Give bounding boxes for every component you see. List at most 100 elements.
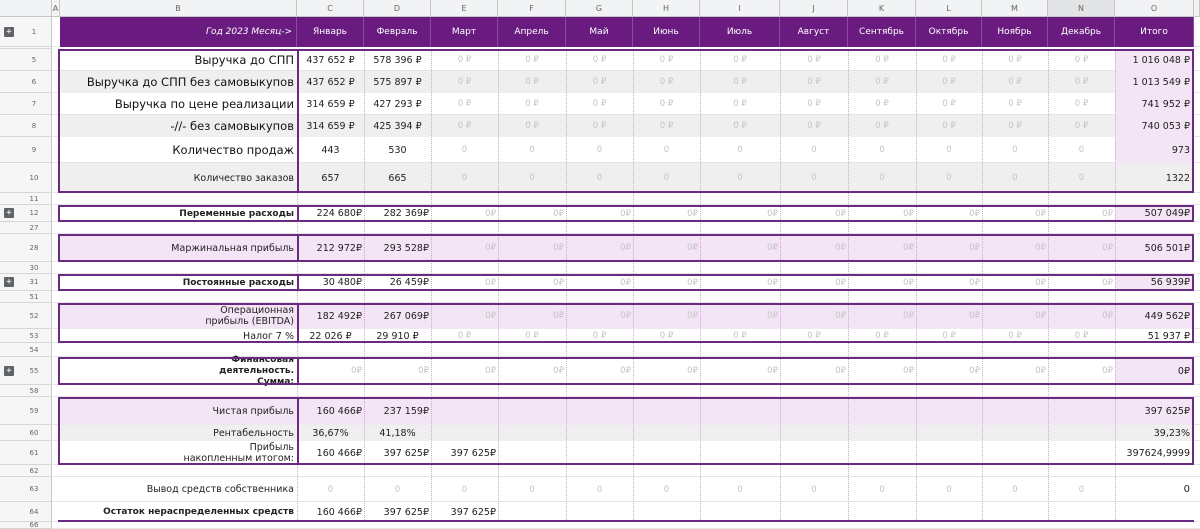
value-cell-63-11[interactable]: 0	[982, 477, 1048, 502]
value-cell-59-9[interactable]	[848, 397, 916, 425]
value-cell-8-6[interactable]: 0 ₽	[633, 115, 700, 137]
value-cell-61-11[interactable]	[982, 441, 1048, 465]
row-header-8[interactable]: 8	[0, 115, 52, 137]
row-header-27[interactable]: 27	[0, 222, 52, 234]
value-cell-5-12[interactable]: 0 ₽	[1048, 49, 1115, 71]
column-header-b[interactable]: B	[60, 0, 297, 17]
value-cell-61-1[interactable]: 160 466₽	[297, 441, 364, 465]
value-cell-12-7[interactable]: 0₽	[700, 205, 780, 222]
value-cell-5-1[interactable]: 437 652 ₽	[297, 49, 364, 71]
value-cell-31-4[interactable]: 0₽	[498, 274, 566, 291]
value-cell-9-8[interactable]: 0	[780, 137, 848, 163]
value-cell-64-11[interactable]	[982, 502, 1048, 522]
total-cell-55[interactable]: 0₽	[1115, 357, 1194, 385]
value-cell-53-9[interactable]: 0 ₽	[848, 329, 916, 343]
value-cell-63-3[interactable]: 0	[431, 477, 498, 502]
value-cell-53-7[interactable]: 0 ₽	[700, 329, 780, 343]
value-cell-60-2[interactable]: 41,18%	[364, 425, 431, 441]
value-cell-31-8[interactable]: 0₽	[780, 274, 848, 291]
value-cell-64-3[interactable]: 397 625₽	[431, 502, 498, 522]
value-cell-6-4[interactable]: 0 ₽	[498, 71, 566, 93]
value-cell-8-5[interactable]: 0 ₽	[566, 115, 633, 137]
value-cell-31-3[interactable]: 0₽	[431, 274, 498, 291]
value-cell-60-4[interactable]	[498, 425, 566, 441]
value-cell-59-4[interactable]	[498, 397, 566, 425]
value-cell-53-12[interactable]: 0 ₽	[1048, 329, 1115, 343]
value-cell-5-7[interactable]: 0 ₽	[700, 49, 780, 71]
value-cell-7-11[interactable]: 0 ₽	[982, 93, 1048, 115]
value-cell-8-10[interactable]: 0 ₽	[916, 115, 982, 137]
row-header-55[interactable]: 55 +	[0, 357, 52, 385]
value-cell-7-12[interactable]: 0 ₽	[1048, 93, 1115, 115]
value-cell-64-8[interactable]	[780, 502, 848, 522]
value-cell-59-2[interactable]: 237 159₽	[364, 397, 431, 425]
value-cell-52-1[interactable]: 182 492₽	[297, 303, 364, 329]
value-cell-61-6[interactable]	[633, 441, 700, 465]
value-cell-64-1[interactable]: 160 466₽	[297, 502, 364, 522]
value-cell-5-3[interactable]: 0 ₽	[431, 49, 498, 71]
value-cell-55-5[interactable]: 0₽	[566, 357, 633, 385]
value-cell-52-9[interactable]: 0₽	[848, 303, 916, 329]
value-cell-9-7[interactable]: 0	[700, 137, 780, 163]
value-cell-52-3[interactable]: 0₽	[431, 303, 498, 329]
value-cell-7-4[interactable]: 0 ₽	[498, 93, 566, 115]
value-cell-28-6[interactable]: 0₽	[633, 234, 700, 262]
row-header-30[interactable]: 30	[0, 262, 52, 274]
value-cell-63-12[interactable]: 0	[1048, 477, 1115, 502]
value-cell-52-2[interactable]: 267 069₽	[364, 303, 431, 329]
month-header-7[interactable]: Июль	[700, 17, 780, 47]
row-header-61[interactable]: 61	[0, 441, 52, 465]
row-header-53[interactable]: 53	[0, 329, 52, 343]
value-cell-31-7[interactable]: 0₽	[700, 274, 780, 291]
row-header-11[interactable]: 11	[0, 193, 52, 205]
value-cell-63-8[interactable]: 0	[780, 477, 848, 502]
value-cell-12-1[interactable]: 224 680₽	[297, 205, 364, 222]
total-cell-63[interactable]: 0	[1115, 477, 1194, 502]
value-cell-52-7[interactable]: 0₽	[700, 303, 780, 329]
column-header-f[interactable]: F	[498, 0, 566, 17]
value-cell-10-4[interactable]: 0	[498, 163, 566, 193]
value-cell-55-2[interactable]: 0₽	[364, 357, 431, 385]
value-cell-10-6[interactable]: 0	[633, 163, 700, 193]
row-header-51[interactable]: 51	[0, 291, 52, 303]
value-cell-9-3[interactable]: 0	[431, 137, 498, 163]
row-header-6[interactable]: 6	[0, 71, 52, 93]
value-cell-53-2[interactable]: 29 910 ₽	[364, 329, 431, 343]
value-cell-31-5[interactable]: 0₽	[566, 274, 633, 291]
value-cell-8-9[interactable]: 0 ₽	[848, 115, 916, 137]
value-cell-9-5[interactable]: 0	[566, 137, 633, 163]
month-header-6[interactable]: Июнь	[633, 17, 700, 47]
value-cell-63-5[interactable]: 0	[566, 477, 633, 502]
value-cell-10-1[interactable]: 657	[297, 163, 364, 193]
value-cell-52-5[interactable]: 0₽	[566, 303, 633, 329]
value-cell-7-2[interactable]: 427 293 ₽	[364, 93, 431, 115]
value-cell-31-11[interactable]: 0₽	[982, 274, 1048, 291]
total-cell-6[interactable]: 1 013 549 ₽	[1115, 71, 1194, 93]
value-cell-59-11[interactable]	[982, 397, 1048, 425]
value-cell-28-1[interactable]: 212 972₽	[297, 234, 364, 262]
value-cell-53-1[interactable]: 22 026 ₽	[297, 329, 364, 343]
total-cell-61[interactable]: 397624,9999	[1115, 441, 1194, 465]
value-cell-59-12[interactable]	[1048, 397, 1115, 425]
value-cell-64-2[interactable]: 397 625₽	[364, 502, 431, 522]
value-cell-61-12[interactable]	[1048, 441, 1115, 465]
value-cell-5-6[interactable]: 0 ₽	[633, 49, 700, 71]
value-cell-6-10[interactable]: 0 ₽	[916, 71, 982, 93]
value-cell-12-8[interactable]: 0₽	[780, 205, 848, 222]
value-cell-6-9[interactable]: 0 ₽	[848, 71, 916, 93]
value-cell-28-8[interactable]: 0₽	[780, 234, 848, 262]
value-cell-6-1[interactable]: 437 652 ₽	[297, 71, 364, 93]
value-cell-8-7[interactable]: 0 ₽	[700, 115, 780, 137]
value-cell-6-6[interactable]: 0 ₽	[633, 71, 700, 93]
value-cell-5-11[interactable]: 0 ₽	[982, 49, 1048, 71]
value-cell-7-3[interactable]: 0 ₽	[431, 93, 498, 115]
total-cell-60[interactable]: 39,23%	[1115, 425, 1194, 441]
value-cell-55-12[interactable]: 0₽	[1048, 357, 1115, 385]
value-cell-28-4[interactable]: 0₽	[498, 234, 566, 262]
total-cell-31[interactable]: 56 939₽	[1115, 274, 1194, 291]
value-cell-63-6[interactable]: 0	[633, 477, 700, 502]
value-cell-52-11[interactable]: 0₽	[982, 303, 1048, 329]
value-cell-61-4[interactable]	[498, 441, 566, 465]
value-cell-64-9[interactable]	[848, 502, 916, 522]
value-cell-59-7[interactable]	[700, 397, 780, 425]
